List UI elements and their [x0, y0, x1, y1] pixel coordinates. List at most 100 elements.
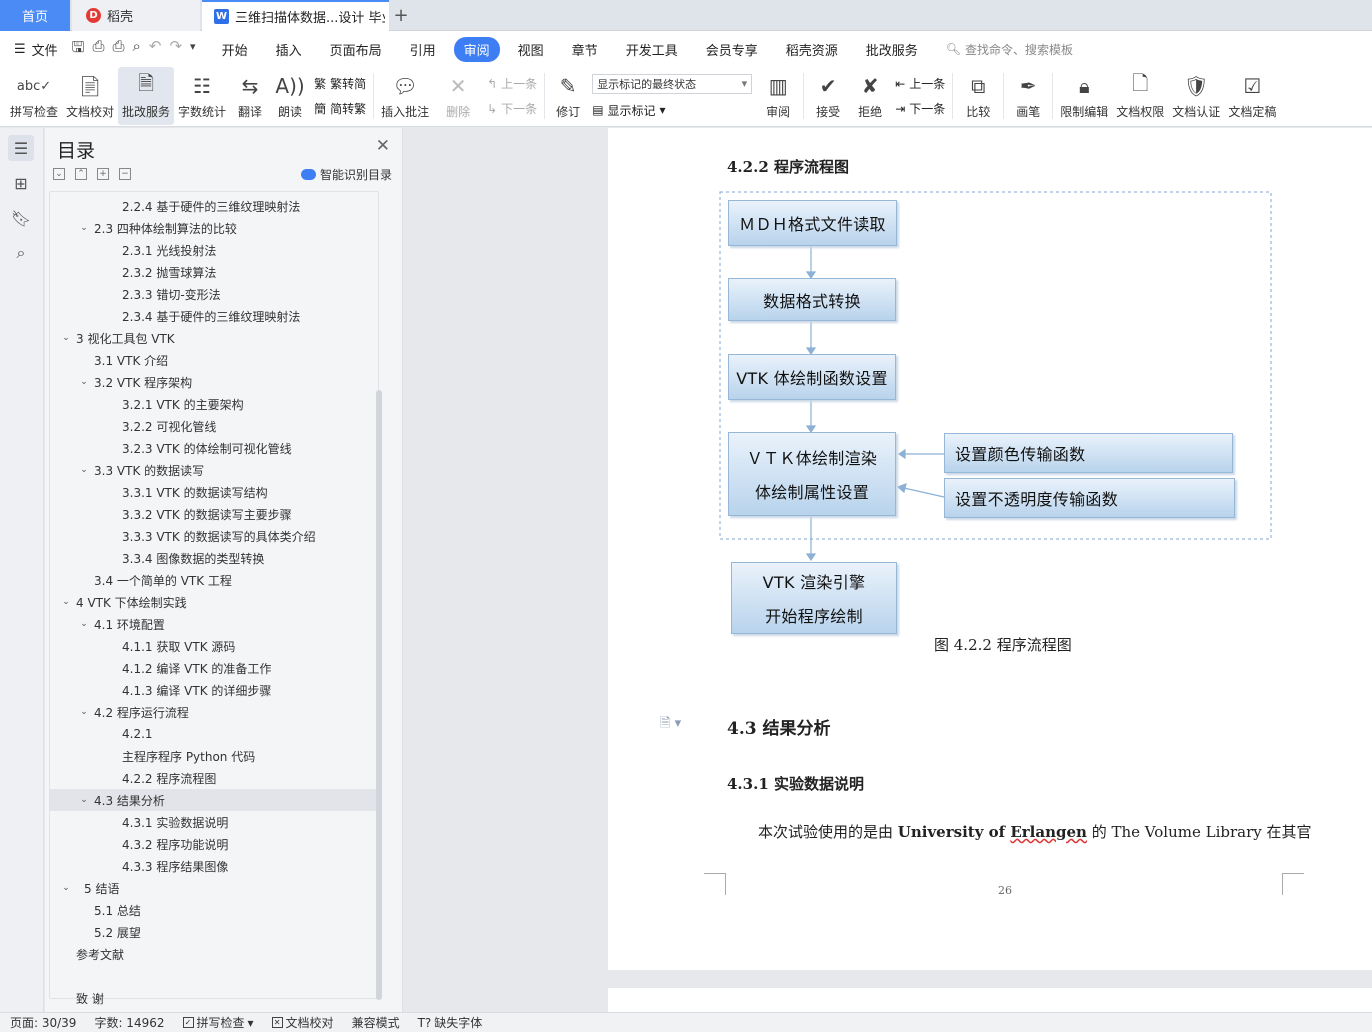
toc-item[interactable]: ⌄ 3.3 VTK 的数据读写: [50, 459, 378, 481]
doc-proofread-button[interactable]: 📄︎ 文档校对: [62, 67, 118, 125]
toc-item[interactable]: 4.3.1 实验数据说明: [50, 811, 378, 833]
toc-item[interactable]: 3.2.3 VTK 的体绘制可视化管线: [50, 437, 378, 459]
command-search[interactable]: 🔍︎ 查找命令、搜索模板: [946, 41, 1073, 58]
paragraph-marker-icon[interactable]: 🗎 ▾: [660, 714, 681, 736]
toc-item[interactable]: 4.1.1 获取 VTK 源码: [50, 635, 378, 657]
simp-to-trad-button[interactable]: 簡简转繁: [314, 100, 366, 117]
toc-item[interactable]: 4.1.3 编译 VTK 的详细步骤: [50, 679, 378, 701]
toc-item[interactable]: 3.3.3 VTK 的数据读写的具体类介绍: [50, 525, 378, 547]
chevron-down-icon[interactable]: ⌄: [78, 377, 90, 387]
menu-tab-4[interactable]: 审阅: [453, 36, 500, 62]
tab-document[interactable]: W 三维扫描体数据...设计 毕业设: [202, 0, 389, 31]
toc-item[interactable]: 3.4 一个简单的 VTK 工程: [50, 569, 378, 591]
chevron-down-icon[interactable]: ⌄: [78, 707, 90, 717]
toc-item[interactable]: 4.2.1: [50, 723, 378, 745]
word-count-indicator[interactable]: 字数: 14962: [94, 1014, 164, 1031]
doc-permission-button[interactable]: 🗋 文档权限: [1112, 67, 1168, 125]
menu-tab-0[interactable]: 开始: [212, 37, 258, 62]
trad-to-simp-button[interactable]: 繁繁转简: [314, 75, 366, 92]
menu-tab-3[interactable]: 引用: [400, 37, 446, 62]
toc-item[interactable]: 5.1 总结: [50, 899, 378, 921]
menu-tab-6[interactable]: 章节: [562, 37, 608, 62]
chevron-down-icon[interactable]: ⌄: [78, 223, 90, 233]
markup-state-select[interactable]: 显示标记的最终状态: [592, 73, 753, 94]
chapter-nav-icon[interactable]: ⊞: [8, 170, 34, 196]
toc-item[interactable]: 3.1 VTK 介绍: [50, 349, 378, 371]
toc-item[interactable]: 4.1.2 编译 VTK 的准备工作: [50, 657, 378, 679]
proofread-status[interactable]: ✕ 文档校对: [271, 1014, 334, 1031]
toc-item[interactable]: 参考文献: [50, 943, 378, 965]
compare-button[interactable]: ⧉ 比较: [956, 67, 1000, 125]
toc-item[interactable]: 4.2.2 程序流程图: [50, 767, 378, 789]
toc-item[interactable]: 2.3.2 抛雪球算法: [50, 261, 378, 283]
toc-item[interactable]: 4.3.3 程序结果图像: [50, 855, 378, 877]
toc-item[interactable]: 3.3.4 图像数据的类型转换: [50, 547, 378, 569]
toc-item[interactable]: ⌄ 3.2 VTK 程序架构: [50, 371, 378, 393]
chevron-down-icon[interactable]: ⌄: [60, 333, 72, 343]
spell-check-button[interactable]: abc✓ 拼写检查: [6, 67, 62, 125]
toc-item[interactable]: 3.2.1 VTK 的主要架构: [50, 393, 378, 415]
missing-font-status[interactable]: T? 缺失字体: [418, 1014, 483, 1031]
pen-button[interactable]: ✒ 画笔: [1007, 67, 1049, 125]
new-tab-button[interactable]: +: [392, 0, 410, 31]
reject-change-button[interactable]: ✘ 拒绝: [849, 67, 891, 125]
chevron-down-icon[interactable]: ⌄: [78, 619, 90, 629]
save-icon[interactable]: 🖫: [72, 37, 85, 62]
read-aloud-button[interactable]: A)) 朗读: [270, 67, 310, 125]
expand-all-icon[interactable]: ⌄: [53, 168, 65, 180]
toc-item[interactable]: 2.3.3 错切-变形法: [50, 283, 378, 305]
remove-heading-icon[interactable]: −: [119, 168, 131, 180]
grading-service-button[interactable]: 🗎 批改服务: [118, 67, 175, 125]
toc-item[interactable]: 5.2 展望: [50, 921, 378, 943]
accept-change-button[interactable]: ✔ 接受: [807, 67, 849, 125]
toc-item[interactable]: 3.3.1 VTK 的数据读写结构: [50, 481, 378, 503]
toc-scrollbar[interactable]: [376, 390, 382, 1000]
word-count-button[interactable]: ☷ 字数统计: [174, 67, 230, 125]
toc-item[interactable]: 3.3.2 VTK 的数据读写主要步骤: [50, 503, 378, 525]
bookmark-icon[interactable]: 🔖︎: [8, 205, 34, 231]
show-markup-button[interactable]: ▤ 显示标记 ▾: [592, 102, 752, 119]
print-icon[interactable]: ⎙: [112, 37, 124, 62]
toc-item[interactable]: ⌄ 4 VTK 下体绘制实践: [50, 591, 378, 613]
menu-tab-8[interactable]: 会员专享: [696, 37, 768, 62]
menu-tab-1[interactable]: 插入: [266, 37, 312, 62]
toc-item[interactable]: 4.3.2 程序功能说明: [50, 833, 378, 855]
toc-item[interactable]: [50, 965, 378, 987]
toc-item[interactable]: ⌄ 4.3 结果分析: [50, 789, 378, 811]
track-changes-button[interactable]: ✎ 修订: [548, 67, 588, 125]
menu-tab-9[interactable]: 稻壳资源: [776, 37, 848, 62]
restrict-edit-button[interactable]: 🔒︎ 限制编辑: [1056, 67, 1112, 125]
spell-check-status[interactable]: ✓ 拼写检查 ▾: [182, 1014, 254, 1031]
chevron-down-icon[interactable]: ⌄: [60, 597, 72, 607]
prev-comment-button[interactable]: ↰ 上一条: [487, 75, 537, 92]
collapse-all-icon[interactable]: ⌃: [75, 168, 87, 180]
file-menu[interactable]: ☰ 文件: [14, 40, 58, 59]
toc-item[interactable]: 主程序程序 Python 代码: [50, 745, 378, 767]
next-comment-button[interactable]: ↳ 下一条: [487, 100, 537, 117]
close-icon[interactable]: ✕: [376, 136, 390, 156]
review-pane-button[interactable]: ▥ 审阅: [756, 67, 800, 125]
toc-item[interactable]: ⌄ 4.1 环境配置: [50, 613, 378, 635]
chevron-down-icon[interactable]: ⌄: [78, 465, 90, 475]
find-icon[interactable]: ⌕: [8, 240, 34, 266]
chevron-down-icon[interactable]: ▾: [190, 37, 196, 62]
toc-panel-icon[interactable]: ☰: [8, 135, 34, 161]
toc-item[interactable]: 2.3.4 基于硬件的三维纹理映射法: [50, 305, 378, 327]
next-change-button[interactable]: ⇥ 下一条: [895, 100, 945, 117]
toc-item[interactable]: ⌄ 3 视化工具包 VTK: [50, 327, 378, 349]
toc-item[interactable]: ⌄ 5 结语: [50, 877, 378, 899]
page-indicator[interactable]: 页面: 30/39: [10, 1014, 76, 1031]
undo-icon[interactable]: ↶: [149, 37, 162, 62]
toc-item[interactable]: 3.2.2 可视化管线: [50, 415, 378, 437]
chevron-down-icon[interactable]: ⌄: [60, 883, 72, 893]
toc-item[interactable]: ⌄ 2.3 四种体绘制算法的比较: [50, 217, 378, 239]
add-heading-icon[interactable]: +: [97, 168, 109, 180]
menu-tab-7[interactable]: 开发工具: [616, 37, 688, 62]
menu-tab-10[interactable]: 批改服务: [856, 37, 928, 62]
doc-finalize-button[interactable]: ☑ 文档定稿: [1224, 67, 1280, 125]
menu-tab-2[interactable]: 页面布局: [320, 37, 392, 62]
toc-item[interactable]: 致 谢: [50, 987, 378, 1009]
export-pdf-icon[interactable]: ⎙: [92, 37, 104, 62]
tab-daoke[interactable]: D 稻壳: [72, 0, 200, 31]
redo-icon[interactable]: ↷: [169, 37, 182, 62]
